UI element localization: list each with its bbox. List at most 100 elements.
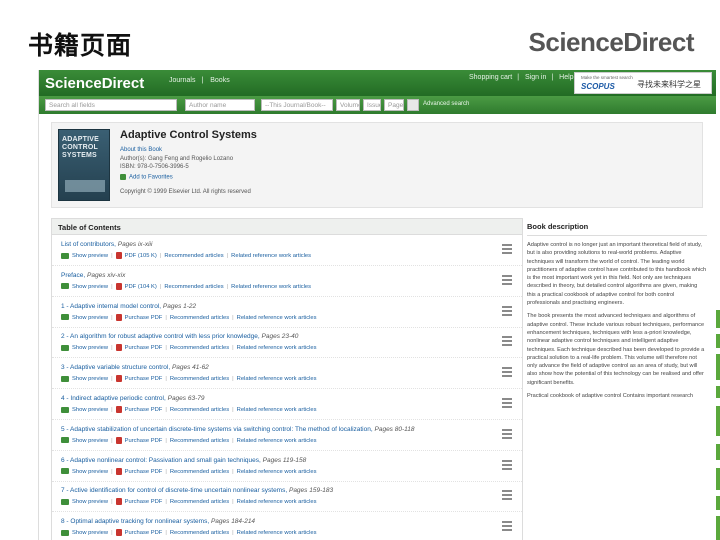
- recommended-articles-link[interactable]: Recommended articles: [170, 407, 229, 413]
- list-icon[interactable]: [502, 490, 512, 501]
- pdf-link[interactable]: Purchase PDF: [125, 345, 163, 351]
- description-paragraph-3: Practical cookbook of adaptive control C…: [527, 393, 694, 400]
- list-icon[interactable]: [502, 459, 512, 470]
- recommended-articles-link[interactable]: Recommended articles: [170, 376, 229, 382]
- related-reference-link[interactable]: Related reference work articles: [237, 376, 317, 382]
- chapter-title[interactable]: 4 - Indirect adaptive periodic control, …: [61, 395, 204, 402]
- chapter-title-text: 8 - Optimal adaptive tracking for nonlin…: [61, 518, 208, 526]
- chapter-title-text: 2 - An algorithm for robust adaptive con…: [61, 333, 258, 341]
- related-reference-link[interactable]: Related reference work articles: [237, 345, 317, 351]
- nav-journals[interactable]: Journals: [169, 77, 195, 84]
- chapter-title[interactable]: 2 - An algorithm for robust adaptive con…: [61, 333, 298, 340]
- chapter-actions: Show preview | Purchase PDF | Recommended ar…: [61, 436, 317, 444]
- page-input[interactable]: Page: [384, 99, 404, 111]
- recommended-articles-link[interactable]: Recommended articles: [170, 499, 229, 505]
- volume-input[interactable]: Volume: [336, 99, 360, 111]
- pdf-link[interactable]: Purchase PDF: [125, 438, 163, 444]
- favorites-label: Add to Favorites: [129, 174, 173, 181]
- list-icon[interactable]: [502, 428, 512, 439]
- pdf-icon: [115, 313, 122, 321]
- topbar-util: Shopping cart | Sign in | Help: [469, 74, 574, 81]
- related-reference-link[interactable]: Related reference work articles: [237, 469, 317, 475]
- pdf-link[interactable]: Purchase PDF: [125, 315, 163, 321]
- list-icon[interactable]: [502, 398, 512, 408]
- pdf-link[interactable]: Purchase PDF: [125, 407, 163, 413]
- show-preview-link[interactable]: Show preview: [72, 499, 108, 505]
- shopping-cart-link[interactable]: Shopping cart: [469, 74, 512, 81]
- toc-row: 4 - Indirect adaptive periodic control, …: [52, 390, 522, 420]
- related-reference-link[interactable]: Related reference work articles: [237, 438, 317, 444]
- preview-icon: [61, 314, 69, 321]
- show-preview-link[interactable]: Show preview: [72, 315, 108, 321]
- separator: |: [232, 407, 234, 414]
- topbar-logo[interactable]: ScienceDirect: [45, 75, 144, 92]
- toc-row: Preface, Pages xiv-xix Show preview | PDF (…: [52, 267, 522, 297]
- sign-in-link[interactable]: Sign in: [525, 74, 546, 81]
- nav-books[interactable]: Books: [210, 77, 229, 84]
- add-to-favorites[interactable]: Add to Favorites: [120, 174, 173, 181]
- show-preview-link[interactable]: Show preview: [72, 438, 108, 444]
- pdf-link[interactable]: PDF (104 K): [125, 284, 157, 290]
- recommended-articles-link[interactable]: Recommended articles: [164, 253, 223, 259]
- slide-title: 书籍页面: [28, 31, 133, 60]
- show-preview-link[interactable]: Show preview: [72, 407, 108, 413]
- related-reference-link[interactable]: Related reference work articles: [231, 253, 311, 259]
- separator: |: [232, 499, 234, 506]
- pdf-link[interactable]: PDF (105 K): [125, 253, 157, 259]
- search-button[interactable]: [407, 99, 419, 111]
- separator: |: [232, 468, 234, 475]
- show-preview-link[interactable]: Show preview: [72, 345, 108, 351]
- chapter-title[interactable]: 5 - Adaptive stabilization of uncertain …: [61, 426, 415, 433]
- author-name-input[interactable]: Author name: [185, 99, 255, 111]
- show-preview-link[interactable]: Show preview: [72, 376, 108, 382]
- separator: |: [232, 437, 234, 444]
- list-icon[interactable]: [502, 305, 512, 316]
- pdf-link[interactable]: Purchase PDF: [125, 469, 163, 475]
- journal-book-select[interactable]: --This Journal/Book--: [261, 99, 333, 111]
- related-reference-link[interactable]: Related reference work articles: [237, 315, 317, 321]
- show-preview-link[interactable]: Show preview: [72, 530, 108, 536]
- list-icon[interactable]: [502, 367, 512, 378]
- related-reference-link[interactable]: Related reference work articles: [231, 284, 311, 290]
- recommended-articles-link[interactable]: Recommended articles: [170, 530, 229, 536]
- chapter-title[interactable]: 1 - Adaptive internal model control, Pag…: [61, 303, 196, 310]
- help-link[interactable]: Help: [559, 74, 573, 81]
- chapter-title[interactable]: 8 - Optimal adaptive tracking for nonlin…: [61, 518, 255, 525]
- recommended-articles-link[interactable]: Recommended articles: [170, 345, 229, 351]
- chapter-title[interactable]: 6 - Adaptive nonlinear control: Passivat…: [61, 457, 306, 464]
- recommended-articles-link[interactable]: Recommended articles: [164, 284, 223, 290]
- search-bar: Search all fields Author name --This Jou…: [39, 96, 716, 114]
- show-preview-link[interactable]: Show preview: [72, 284, 108, 290]
- list-icon[interactable]: [502, 244, 512, 254]
- chapter-title[interactable]: 3 - Adaptive variable structure control,…: [61, 364, 209, 371]
- list-icon[interactable]: [502, 336, 512, 347]
- chapter-title[interactable]: List of contributors, Pages ix-xiii: [61, 241, 152, 248]
- related-reference-link[interactable]: Related reference work articles: [237, 530, 317, 536]
- recommended-articles-link[interactable]: Recommended articles: [170, 438, 229, 444]
- recommended-articles-link[interactable]: Recommended articles: [170, 469, 229, 475]
- list-icon[interactable]: [502, 274, 512, 285]
- book-cover: ADAPTIVE CONTROL SYSTEMS: [58, 129, 110, 201]
- advanced-search-link[interactable]: Advanced search: [423, 101, 469, 107]
- issue-input[interactable]: Issue: [363, 99, 381, 111]
- related-reference-link[interactable]: Related reference work articles: [237, 407, 317, 413]
- toc-row: 3 - Adaptive variable structure control,…: [52, 359, 522, 390]
- scopus-banner[interactable]: Make the smartest search SCOPUS 寻找未来科学之星: [574, 72, 712, 94]
- show-preview-link[interactable]: Show preview: [72, 253, 108, 259]
- about-book-link[interactable]: About this Book: [120, 147, 162, 153]
- pdf-link[interactable]: Purchase PDF: [125, 530, 163, 536]
- separator: |: [165, 468, 167, 475]
- chapter-title[interactable]: 7 - Active identification for control of…: [61, 487, 333, 494]
- toc-row: List of contributors, Pages ix-xiii Show …: [52, 236, 522, 266]
- search-all-fields-input[interactable]: Search all fields: [45, 99, 177, 111]
- related-reference-link[interactable]: Related reference work articles: [237, 499, 317, 505]
- toc-row: 2 - An algorithm for robust adaptive con…: [52, 328, 522, 359]
- separator: |: [165, 314, 167, 321]
- list-icon[interactable]: [502, 521, 512, 532]
- chapter-title-text: 4 - Indirect adaptive periodic control: [61, 395, 164, 402]
- show-preview-link[interactable]: Show preview: [72, 469, 108, 475]
- pdf-link[interactable]: Purchase PDF: [125, 376, 163, 382]
- chapter-title[interactable]: Preface, Pages xiv-xix: [61, 272, 125, 279]
- pdf-link[interactable]: Purchase PDF: [125, 499, 163, 505]
- recommended-articles-link[interactable]: Recommended articles: [170, 315, 229, 321]
